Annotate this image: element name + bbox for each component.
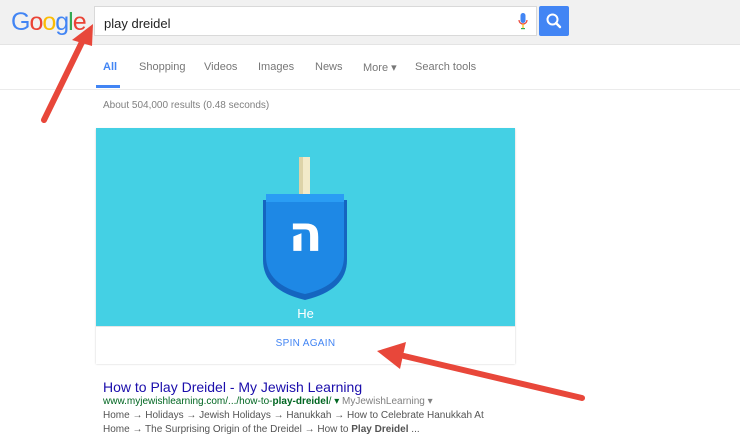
tab-shopping[interactable]: Shopping [139, 61, 186, 73]
search-tabs: All Shopping Videos Images News More ▾ S… [0, 45, 740, 90]
snippet-prefix: Home → The Surprising Origin of the Drei… [103, 424, 352, 435]
google-logo[interactable]: Google [11, 8, 87, 37]
logo-letter: G [11, 8, 30, 36]
result-title-link[interactable]: How to Play Dreidel - My Jewish Learning [103, 379, 362, 395]
tab-more[interactable]: More ▾ [363, 61, 397, 74]
tab-images[interactable]: Images [258, 61, 294, 73]
result-source-caret[interactable]: ▾ [428, 396, 433, 407]
tab-videos[interactable]: Videos [204, 61, 237, 73]
result-snippet-line1: Home → Holidays → Jewish Holidays → Hanu… [103, 410, 484, 421]
result-source: MyJewishLearning [342, 396, 425, 407]
result-url-caret[interactable]: ▾ [334, 396, 339, 407]
spin-again-button[interactable]: SPIN AGAIN [96, 338, 515, 349]
result-url-prefix: www.myjewishlearning.com/.../how-to- [103, 396, 273, 407]
dreidel-canvas[interactable]: ה He [96, 128, 515, 326]
microphone-icon[interactable] [518, 13, 528, 31]
logo-letter: g [55, 8, 69, 36]
tab-search-tools[interactable]: Search tools [415, 61, 476, 73]
dreidel-side-name: He [297, 306, 314, 321]
dreidel-card: ה He SPIN AGAIN [96, 128, 515, 364]
top-bar: Google [0, 0, 740, 45]
result-stats: About 504,000 results (0.48 seconds) [103, 100, 270, 111]
result-url-bold: play-dreidel [272, 396, 329, 407]
tab-all[interactable]: All [103, 61, 117, 73]
result-snippet: Home → Holidays → Jewish Holidays → Hanu… [103, 409, 523, 437]
logo-letter: o [29, 8, 43, 36]
snippet-bold: Play Dreidel [351, 424, 409, 435]
result-url: www.myjewishlearning.com/.../how-to-play… [103, 396, 433, 407]
result-snippet-line2: Home → The Surprising Origin of the Drei… [103, 423, 523, 437]
result-url-suffix: / [328, 396, 332, 407]
spin-row: SPIN AGAIN [96, 326, 515, 364]
snippet-suffix: ... [408, 424, 420, 435]
logo-letter: e [72, 8, 87, 36]
search-button[interactable] [539, 6, 569, 36]
search-input[interactable] [102, 13, 506, 33]
dreidel-letter: ה [288, 205, 323, 263]
search-box[interactable] [94, 6, 537, 36]
active-tab-indicator [96, 85, 120, 88]
search-icon [546, 13, 562, 29]
logo-letter: o [42, 8, 56, 36]
tab-news[interactable]: News [315, 61, 343, 73]
